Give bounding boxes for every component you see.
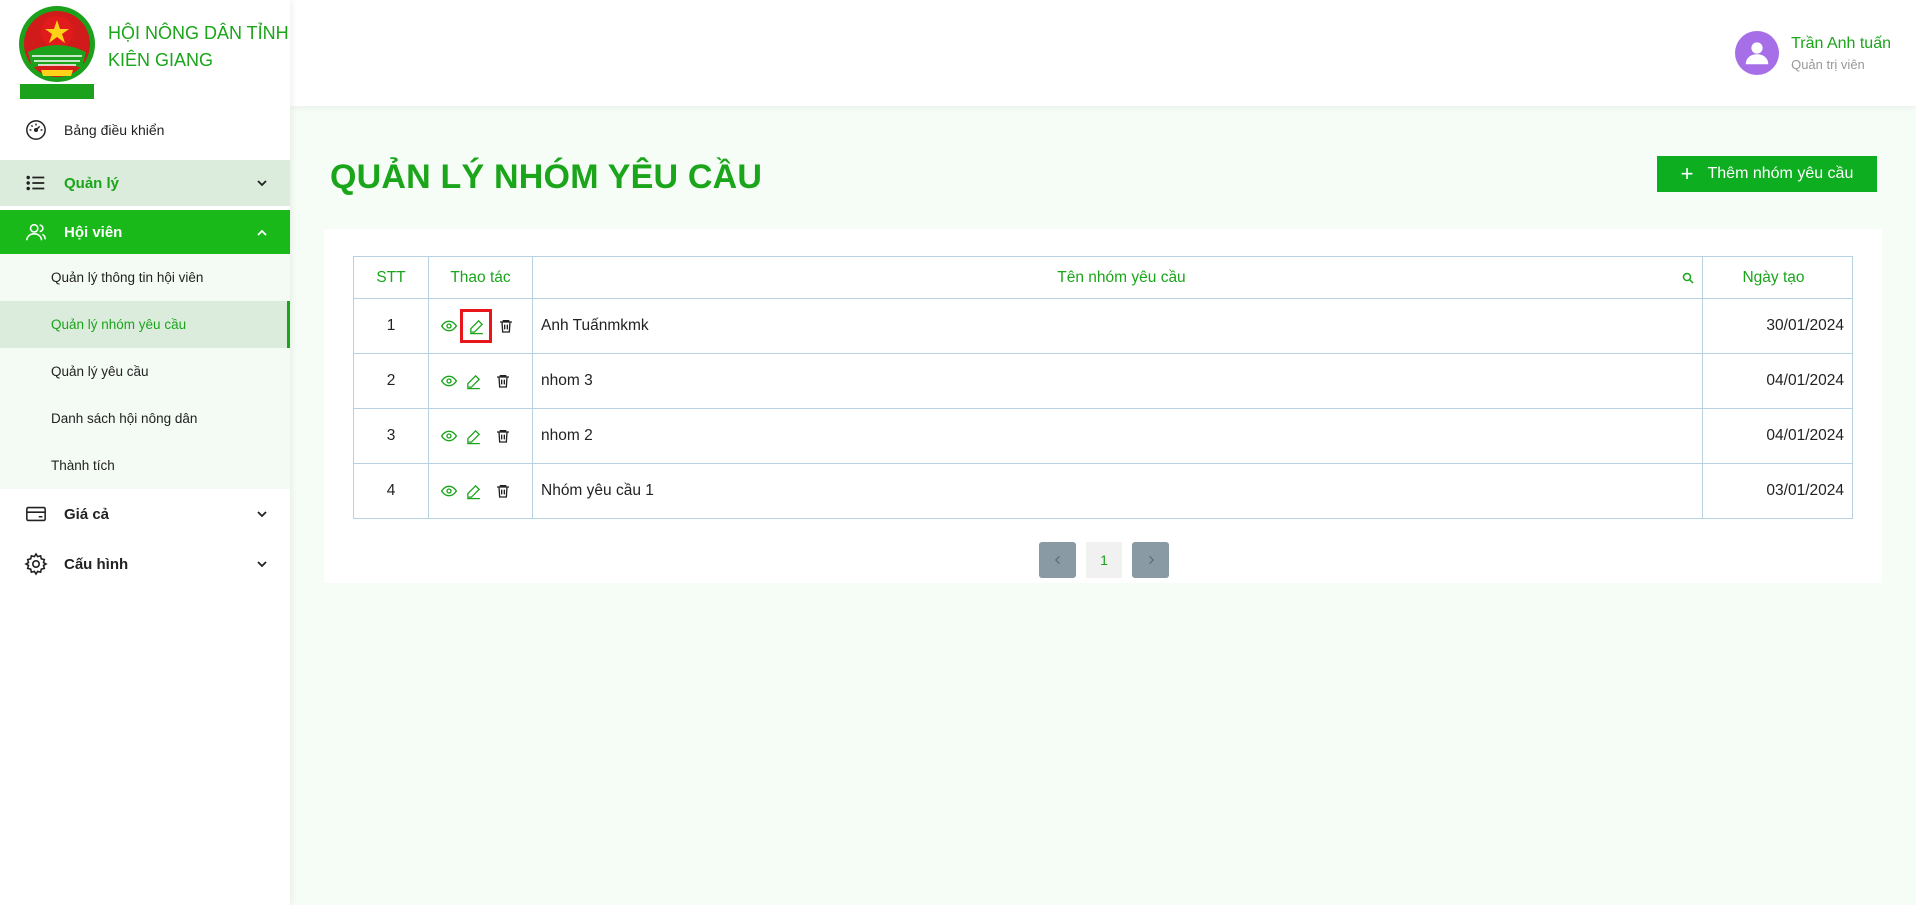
pagination: 1 [1039,542,1169,578]
edit-icon[interactable] [461,424,485,448]
cell-date: 04/01/2024 [1702,408,1853,464]
next-page-button[interactable] [1132,542,1169,578]
chevron-down-icon [254,175,270,191]
logo [16,4,98,100]
request-groups-table: STT Thao tác Tên nhóm yêu cầu Ngày tạo 1… [353,256,1853,519]
chevron-up-icon [254,225,270,241]
table-row: 3 nhom 2 04/01/2024 [353,408,1853,464]
sidebar-subitem-achievements[interactable]: Thành tích [0,442,290,489]
chevron-down-icon [254,506,270,522]
table-row: 2 nhom 3 04/01/2024 [353,353,1853,409]
sidebar-item-label: Hội viên [64,223,123,241]
table-row: 4 Nhóm yêu cầu 1 03/01/2024 [353,463,1853,519]
brand-title-line1: HỘI NÔNG DÂN TỈNH [108,23,289,43]
view-icon[interactable] [437,479,461,503]
chevron-down-icon [254,556,270,572]
search-icon[interactable] [1682,271,1694,289]
sidebar-item-cauhinh[interactable]: Cấu hình [0,541,290,587]
trash-icon[interactable] [494,314,518,338]
brand: HỘI NÔNG DÂN TỈNH KIÊN GIANG [0,0,290,104]
sidebar-item-hoivien[interactable]: Hội viên [0,210,290,254]
column-header-date: Ngày tạo [1702,256,1853,299]
cell-actions [428,408,533,464]
cell-name: nhom 2 [532,408,1703,464]
edit-icon[interactable] [461,479,485,503]
table-row: 1 Anh Tuấnmkmk 30/01/2024 [353,298,1853,354]
trash-icon[interactable] [491,369,515,393]
cell-name: Nhóm yêu cầu 1 [532,463,1703,519]
trash-icon[interactable] [491,479,515,503]
cell-actions [428,463,533,519]
prev-page-button[interactable] [1039,542,1076,578]
sidebar-item-label: Bảng điều khiển [64,122,165,138]
list-icon [24,171,48,195]
sidebar-item-label: Cấu hình [64,555,129,573]
cell-date: 04/01/2024 [1702,353,1853,409]
cell-stt: 1 [353,298,429,354]
plus-icon: + [1680,161,1694,186]
view-icon[interactable] [437,424,461,448]
cell-stt: 4 [353,463,429,519]
table-card: STT Thao tác Tên nhóm yêu cầu Ngày tạo 1… [324,229,1882,583]
top-header: Trần Anh tuấn Quản trị viên [290,0,1916,106]
user-menu[interactable]: Trần Anh tuấn Quản trị viên [1735,31,1891,75]
sidebar-subitem-requests[interactable]: Quản lý yêu cầu [0,348,290,395]
cell-stt: 3 [353,408,429,464]
users-icon [24,220,48,244]
cell-stt: 2 [353,353,429,409]
view-icon[interactable] [437,369,461,393]
add-request-group-label: Thêm nhóm yêu cầu [1707,165,1854,182]
sidebar-item-label: Giá cả [64,505,110,523]
sidebar-subitem-request-groups[interactable]: Quản lý nhóm yêu cầu [0,301,290,348]
cell-name: Anh Tuấnmkmk [532,298,1703,354]
view-icon[interactable] [437,314,461,338]
cell-date: 30/01/2024 [1702,298,1853,354]
column-header-name-label: Tên nhóm yêu cầu [1057,268,1186,286]
column-header-stt: STT [353,256,429,299]
edit-icon[interactable] [461,369,485,393]
credit-card-icon [24,502,48,526]
sidebar-submenu-hoivien: Quản lý thông tin hội viên Quản lý nhóm … [0,254,290,489]
page-title: QUẢN LÝ NHÓM YÊU CẦU [330,158,763,196]
user-name: Trần Anh tuấn [1791,34,1891,52]
dashboard-gauge-icon [24,118,48,142]
cell-date: 03/01/2024 [1702,463,1853,519]
gear-icon [24,552,48,576]
column-header-actions: Thao tác [428,256,533,299]
sidebar: HỘI NÔNG DÂN TỈNH KIÊN GIANG Bảng điều k… [0,0,290,905]
brand-title: HỘI NÔNG DÂN TỈNH KIÊN GIANG [108,20,289,74]
user-role: Quản trị viên [1791,56,1865,72]
column-header-name: Tên nhóm yêu cầu [532,256,1703,299]
sidebar-item-quanly[interactable]: Quản lý [0,160,290,206]
cell-actions [428,353,533,409]
sidebar-subitem-member-info[interactable]: Quản lý thông tin hội viên [0,254,290,301]
table-header-row: STT Thao tác Tên nhóm yêu cầu Ngày tạo [353,256,1853,299]
avatar [1735,31,1780,75]
cell-actions [428,298,533,354]
page-number-current[interactable]: 1 [1086,542,1122,578]
edit-icon[interactable] [460,309,492,343]
trash-icon[interactable] [491,424,515,448]
sidebar-item-giaca[interactable]: Giá cả [0,491,290,537]
sidebar-item-dashboard[interactable]: Bảng điều khiển [0,104,290,156]
sidebar-subitem-farmer-associations[interactable]: Danh sách hội nông dân [0,395,290,442]
sidebar-item-label: Quản lý [64,174,120,192]
add-request-group-button[interactable]: + Thêm nhóm yêu cầu [1657,156,1877,192]
brand-title-line2: KIÊN GIANG [108,50,214,70]
cell-name: nhom 3 [532,353,1703,409]
